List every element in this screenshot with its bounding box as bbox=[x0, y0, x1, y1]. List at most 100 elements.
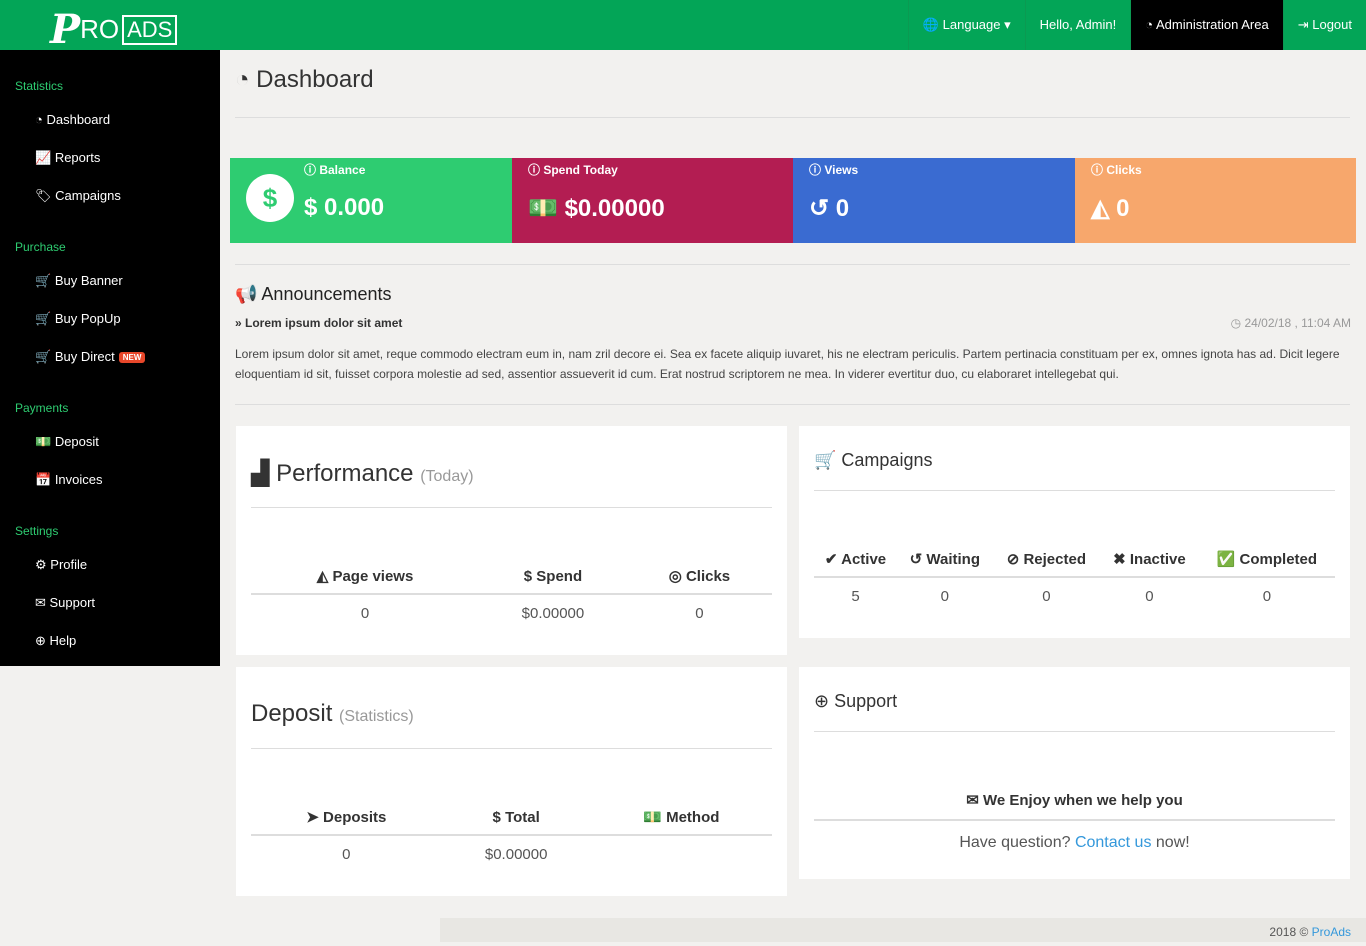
sidebar-item-buy-direct[interactable]: 🛒 Buy Direct NEW bbox=[35, 349, 146, 365]
footer-link[interactable]: ProAds bbox=[1312, 925, 1351, 939]
language-label: Language bbox=[942, 17, 1001, 32]
clock-icon: ◷ bbox=[1230, 316, 1245, 330]
stat-label-text: Clicks bbox=[1106, 163, 1142, 177]
sidebar-item-buy-banner[interactable]: 🛒 Buy Banner bbox=[35, 273, 123, 289]
sidebar-section-statistics: Statistics bbox=[15, 79, 64, 93]
contact-us-link[interactable]: Contact us bbox=[1075, 834, 1151, 851]
envelope-icon: ✉ bbox=[35, 595, 50, 610]
cell: $0.00000 bbox=[484, 846, 548, 863]
col-clicks: ◎ Clicks bbox=[626, 559, 772, 595]
language-dropdown[interactable]: 🌐 Language ▾ bbox=[907, 0, 1025, 50]
money-icon: 💵 bbox=[35, 434, 55, 449]
panel-title-text: Campaigns bbox=[841, 450, 933, 470]
stat-label-text: Views bbox=[824, 163, 859, 177]
sidebar-section-purchase: Purchase bbox=[15, 240, 66, 254]
new-badge: NEW bbox=[118, 352, 146, 364]
cart-icon: 🛒 bbox=[35, 273, 55, 288]
th-text: Method bbox=[666, 809, 720, 826]
stat-value-text: $0.00000 bbox=[564, 195, 665, 222]
sidebar-item-dashboard[interactable]: ◔ Dashboard bbox=[35, 112, 110, 127]
divider bbox=[235, 264, 1350, 265]
stat-label: ⓘ Spend Today bbox=[528, 163, 618, 177]
col-inactive: ✖ Inactive bbox=[1100, 542, 1199, 578]
sidebar-item-help[interactable]: ⊕ Help bbox=[35, 633, 76, 649]
sidebar-label: Dashboard bbox=[46, 112, 111, 127]
announcement-date: ◷ 24/02/18 , 11:04 AM bbox=[1231, 316, 1351, 330]
panel-subtitle: (Today) bbox=[420, 468, 474, 485]
cell: 0 bbox=[360, 605, 370, 622]
panel-title: 🛒 Campaigns bbox=[814, 450, 932, 471]
divider bbox=[814, 731, 1335, 732]
hello-admin[interactable]: Hello, Admin! bbox=[1024, 0, 1131, 50]
col-active: ✔ Active bbox=[814, 542, 898, 578]
money-icon: 💵 bbox=[528, 195, 565, 222]
sidebar-label: Buy Direct bbox=[54, 349, 115, 364]
dashboard-icon: ◔ bbox=[1145, 17, 1156, 32]
support-heading-text: We Enjoy when we help you bbox=[982, 792, 1183, 809]
sidebar-item-profile[interactable]: ⚙ Profile bbox=[35, 557, 87, 573]
panel-subtitle: (Statistics) bbox=[339, 708, 414, 725]
footer: 2018 © ProAds bbox=[440, 918, 1366, 942]
deposit-table: ➤ Deposits $ Total 💵 Method 0 $0.00000 bbox=[251, 800, 772, 873]
life-ring-icon: ⊕ bbox=[814, 691, 835, 711]
cart-icon: 🛒 bbox=[35, 349, 55, 364]
sidebar-item-support[interactable]: ✉ Support bbox=[35, 595, 95, 611]
sidebar-item-deposit[interactable]: 💵 Deposit bbox=[35, 434, 99, 450]
page-title: ◔ Dashboard bbox=[235, 66, 374, 94]
logo[interactable]: P RO ADS bbox=[50, 6, 178, 53]
language-icon: 🌐 bbox=[922, 17, 943, 32]
logo-p: P bbox=[50, 6, 81, 53]
sidebar-section-settings: Settings bbox=[15, 524, 59, 538]
dashboard-icon: ◔ bbox=[235, 66, 257, 93]
stat-value-text: 0 bbox=[835, 195, 850, 222]
col-total: $ Total bbox=[441, 800, 591, 836]
gear-icon: ⚙ bbox=[35, 557, 51, 572]
panel-title: Deposit (Statistics) bbox=[251, 700, 414, 728]
sidebar-section-payments: Payments bbox=[15, 401, 69, 415]
dollar-icon: $ bbox=[246, 174, 294, 222]
sidebar-label: Reports bbox=[54, 150, 101, 165]
logout-button[interactable]: ⇥ Logout bbox=[1282, 0, 1366, 50]
th-text: Inactive bbox=[1129, 551, 1186, 568]
sidebar-item-invoices[interactable]: 📅 Invoices bbox=[35, 472, 103, 488]
announcement-body: Lorem ipsum dolor sit amet, reque commod… bbox=[235, 347, 1340, 381]
page-title-text: Dashboard bbox=[256, 66, 374, 93]
stat-value: ◭ 0 bbox=[1091, 194, 1129, 223]
cart-icon: 🛒 bbox=[814, 450, 842, 470]
th-text: Clicks bbox=[685, 568, 731, 585]
stat-value: 💵 $0.00000 bbox=[528, 194, 665, 223]
stat-value: ↺ 0 bbox=[809, 194, 849, 223]
history-icon: ↺ bbox=[809, 195, 836, 222]
stat-balance: $ ⓘ Balance $ 0.000 bbox=[230, 158, 512, 243]
stat-value-text: 0 bbox=[1116, 195, 1130, 222]
stat-label-text: Balance bbox=[319, 163, 366, 177]
sidebar-item-campaigns[interactable]: 🏷 Campaigns bbox=[35, 188, 121, 204]
stat-label: ⓘ Balance bbox=[304, 163, 366, 177]
announcement-title[interactable]: » Lorem ipsum dolor sit amet bbox=[235, 316, 402, 330]
col-rejected: ⊘ Rejected bbox=[992, 542, 1101, 578]
announcement-date-text: 24/02/18 , 11:04 AM bbox=[1244, 316, 1351, 330]
area-chart-icon: ◭ bbox=[1091, 195, 1117, 222]
cell: 0 bbox=[1262, 588, 1272, 605]
sidebar-label: Support bbox=[49, 595, 96, 610]
col-method: 💵 Method bbox=[590, 800, 772, 836]
cell: $0.00000 bbox=[521, 605, 585, 622]
footer-text: 2018 © bbox=[1269, 925, 1309, 939]
th-text: Waiting bbox=[926, 551, 980, 568]
stat-spend-today: ⓘ Spend Today 💵 $0.00000 bbox=[512, 158, 794, 243]
announcement-title-text: Lorem ipsum dolor sit amet bbox=[245, 316, 403, 330]
th-text: Rejected bbox=[1023, 551, 1086, 568]
admin-area-link[interactable]: ◔ Administration Area bbox=[1130, 0, 1283, 50]
panel-title-text: Performance bbox=[276, 460, 414, 487]
table-row: 0 $0.00000 bbox=[251, 835, 772, 873]
stat-label: ⓘ Clicks bbox=[1091, 163, 1142, 177]
sidebar-item-buy-popup[interactable]: 🛒 Buy PopUp bbox=[35, 311, 121, 327]
calendar-icon: 📅 bbox=[35, 472, 55, 487]
stat-views: ⓘ Views ↺ 0 bbox=[793, 158, 1075, 243]
sidebar-item-reports[interactable]: 📈 Reports bbox=[35, 150, 100, 166]
panel-title: ▟ Performance (Today) bbox=[251, 459, 474, 488]
performance-panel: ▟ Performance (Today) ◭ Page views $ Spen… bbox=[236, 426, 787, 655]
divider bbox=[251, 507, 772, 508]
industry-icon: ▟ bbox=[251, 460, 277, 487]
col-deposits: ➤ Deposits bbox=[251, 800, 442, 836]
